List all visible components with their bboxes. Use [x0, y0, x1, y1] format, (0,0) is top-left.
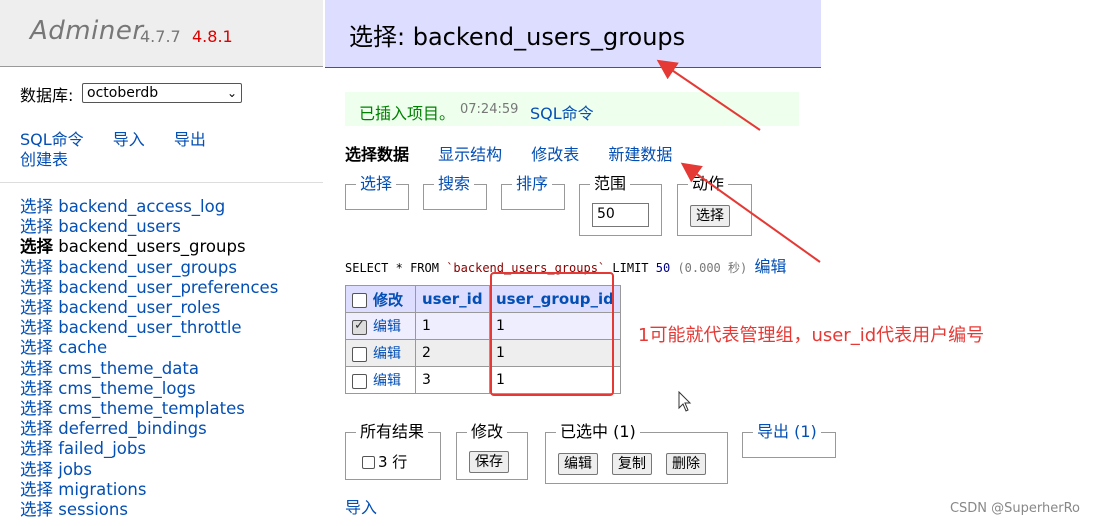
- save-button[interactable]: 保存: [469, 451, 509, 473]
- delete-selected-button[interactable]: 删除: [666, 453, 706, 475]
- modify-fieldset: 修改 保存: [456, 422, 528, 480]
- all-results-option[interactable]: 3 行: [362, 451, 407, 472]
- rows-count: 3 行: [378, 453, 408, 471]
- mouse-cursor-icon: [678, 391, 692, 412]
- all-results-checkbox[interactable]: [362, 456, 375, 469]
- edit-selected-button[interactable]: 编辑: [558, 453, 598, 475]
- arrow-to-title: [656, 59, 761, 131]
- selected-legend: 已选中 (1): [556, 422, 640, 442]
- export-selected-link[interactable]: 导出 (1): [753, 422, 821, 442]
- watermark: CSDN @SuperherRo: [949, 501, 1080, 516]
- all-results-legend: 所有结果: [356, 422, 429, 442]
- modify-legend: 修改: [467, 422, 508, 442]
- selected-fieldset: 已选中 (1) 编辑 复制 删除: [545, 422, 728, 484]
- copy-selected-button[interactable]: 复制: [612, 453, 652, 475]
- arrow-to-new-data: [680, 162, 821, 263]
- export-fieldset: 导出 (1): [742, 422, 836, 458]
- all-results-fieldset: 所有结果 3 行: [345, 422, 441, 480]
- import-bottom-link[interactable]: 导入: [345, 494, 377, 518]
